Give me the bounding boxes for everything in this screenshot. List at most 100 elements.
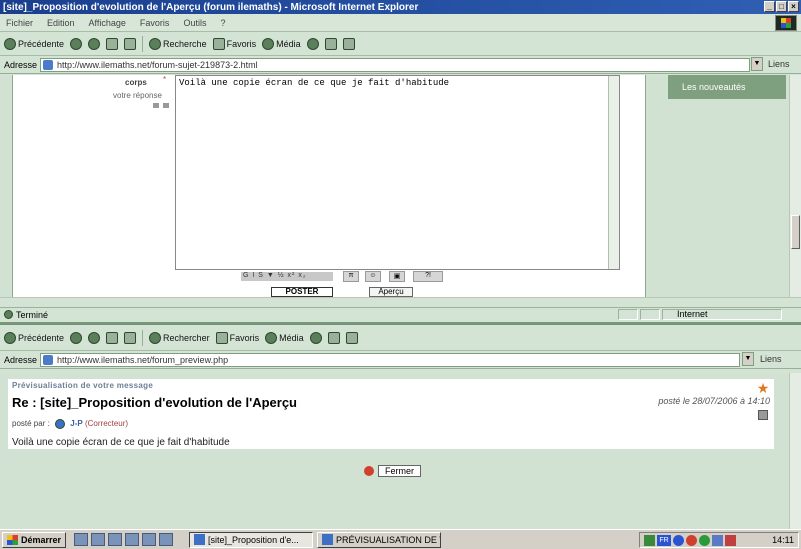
refresh-icon[interactable]: [106, 37, 119, 50]
maximize-button[interactable]: □: [776, 1, 787, 12]
minimize-button[interactable]: _: [764, 1, 775, 12]
browser-window-main: [site]_Proposition d'evolution de l'Aper…: [0, 0, 801, 322]
close-preview-button[interactable]: Fermer: [378, 465, 421, 477]
resize-large-icon[interactable]: [163, 103, 169, 108]
browser-window-preview: Précédente Rechercher Favoris Média Adre…: [0, 323, 801, 529]
history-icon[interactable]: [309, 331, 322, 344]
post-button[interactable]: POSTER: [271, 287, 333, 297]
tray-icon[interactable]: [712, 534, 723, 546]
home-icon[interactable]: [124, 37, 137, 50]
stop-icon[interactable]: [88, 331, 101, 344]
page-done-icon: [4, 310, 13, 319]
mail-icon[interactable]: [327, 331, 340, 344]
zone-indicator: Internet: [662, 309, 782, 320]
forward-button[interactable]: [70, 37, 83, 50]
search-button[interactable]: Recherche: [149, 37, 207, 50]
close-button[interactable]: ×: [788, 1, 799, 12]
media-button[interactable]: Média: [265, 331, 304, 344]
address-dropdown-icon[interactable]: ▼: [742, 352, 754, 366]
status-text: Terminé: [16, 309, 49, 320]
news-link[interactable]: Les nouveautés: [668, 75, 786, 99]
tray-icon[interactable]: [699, 534, 710, 546]
resize-small-icon[interactable]: [153, 103, 159, 108]
print-message-icon[interactable]: [758, 410, 768, 420]
task-button-preview[interactable]: PRÉVISUALISATION DE V...: [317, 531, 442, 548]
address-input[interactable]: http://www.ilemaths.net/forum-sujet-2198…: [40, 57, 750, 72]
quick-launch: [74, 533, 174, 546]
favorites-button[interactable]: Favoris: [212, 37, 256, 50]
links-label[interactable]: Liens: [760, 354, 782, 364]
menu-edition[interactable]: Edition: [47, 18, 75, 28]
ie-icon[interactable]: [91, 533, 106, 546]
mail-icon[interactable]: [159, 533, 174, 546]
format-toolbar[interactable]: G I S ▼ ½ x² x₂: [241, 272, 333, 281]
reply-label: votre réponse: [113, 91, 162, 100]
address-bar: Adresse http://www.ilemaths.net/forum-su…: [0, 56, 801, 74]
refresh-icon[interactable]: [106, 331, 119, 344]
image-icon[interactable]: ▣: [389, 271, 405, 282]
search-icon: [149, 37, 162, 50]
task-button-main[interactable]: [site]_Proposition d'e...: [189, 531, 314, 548]
start-button[interactable]: Démarrer: [2, 531, 67, 548]
preview-scrollbar-vertical[interactable]: [789, 373, 801, 529]
address-label: Adresse: [4, 59, 38, 70]
message-textarea[interactable]: Voilà une copie écran de ce que je fait …: [175, 75, 620, 270]
menu-fichier[interactable]: Fichier: [6, 18, 33, 28]
back-button[interactable]: Précédente: [4, 37, 64, 50]
print-icon[interactable]: [345, 331, 358, 344]
back-button[interactable]: Précédente: [4, 331, 64, 344]
menu-outils[interactable]: Outils: [183, 18, 206, 28]
menu-help[interactable]: ?: [220, 18, 225, 28]
close-area: Fermer: [364, 465, 421, 477]
menu-affichage[interactable]: Affichage: [89, 18, 126, 28]
clock: 14:11: [772, 535, 794, 545]
right-sidebar: Les nouveautés: [646, 75, 789, 297]
message-preview: Prévisualisation de votre message ★ Re :…: [8, 379, 774, 449]
media-button[interactable]: Média: [262, 37, 301, 50]
page-scrollbar-horizontal[interactable]: [0, 297, 801, 307]
desktop-icon[interactable]: [74, 533, 89, 546]
title-bar[interactable]: [site]_Proposition d'evolution de l'Aper…: [0, 0, 801, 14]
search-button[interactable]: Rechercher: [149, 331, 210, 344]
links-label[interactable]: Liens: [768, 59, 790, 69]
menu-favoris[interactable]: Favoris: [140, 18, 170, 28]
windows-flag-icon: [7, 534, 18, 545]
explorer-icon[interactable]: [125, 533, 140, 546]
toolbar-separator: [142, 329, 144, 346]
smiley-icon[interactable]: ☺: [365, 271, 381, 282]
favorites-button[interactable]: Favoris: [215, 331, 259, 344]
favorites-icon: [212, 37, 225, 50]
ie-icon: [322, 534, 334, 545]
scrollbar-thumb[interactable]: [791, 215, 800, 249]
home-icon[interactable]: [124, 331, 137, 344]
post-date: posté le 28/07/2006 à 14:10: [658, 396, 770, 406]
textarea-content: Voilà une copie écran de ce que je fait …: [179, 78, 450, 88]
standard-toolbar: Précédente Rechercher Favoris Média: [0, 325, 801, 351]
math-icon[interactable]: π: [343, 271, 359, 282]
outlook-icon[interactable]: [108, 533, 123, 546]
media-icon: [265, 331, 278, 344]
tray-icon[interactable]: [725, 534, 736, 546]
required-mark: *: [163, 75, 167, 84]
stop-icon[interactable]: [88, 37, 101, 50]
address-dropdown-icon[interactable]: ▼: [751, 57, 763, 71]
page-content: corps * votre réponse Voilà une copie éc…: [0, 75, 789, 297]
mail-icon[interactable]: [324, 37, 337, 50]
window-title: [site]_Proposition d'evolution de l'Aper…: [3, 1, 419, 13]
forward-button[interactable]: [70, 331, 83, 344]
preview-button[interactable]: Aperçu: [369, 287, 413, 297]
tray-icon[interactable]: [673, 534, 684, 546]
help-icon[interactable]: ?!: [413, 271, 443, 282]
history-icon[interactable]: [306, 37, 319, 50]
tray-icon[interactable]: [686, 534, 697, 546]
language-indicator[interactable]: FR: [657, 534, 671, 546]
media-player-icon[interactable]: [142, 533, 157, 546]
textarea-scrollbar[interactable]: [608, 76, 619, 269]
address-input[interactable]: http://www.ilemaths.net/forum_preview.ph…: [40, 352, 740, 367]
author-role: (Correcteur): [84, 419, 129, 429]
page-scrollbar-vertical[interactable]: [789, 75, 801, 297]
network-icon[interactable]: [644, 534, 655, 546]
preview-content: Prévisualisation de votre message ★ Re :…: [0, 373, 789, 529]
author-link[interactable]: J-P: [70, 419, 82, 428]
print-icon[interactable]: [342, 37, 355, 50]
